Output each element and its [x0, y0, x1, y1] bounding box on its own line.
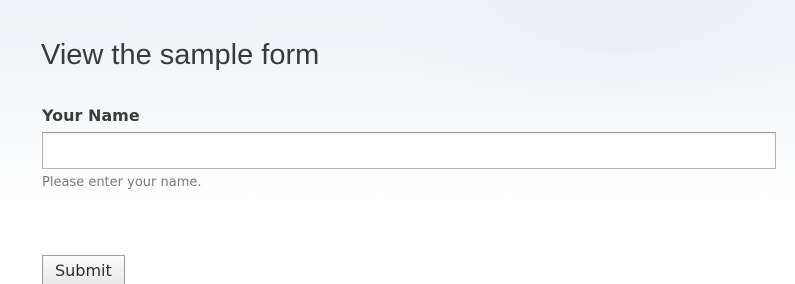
sample-form-page: View the sample form Your Name Please en…	[0, 0, 795, 284]
your-name-help-text: Please enter your name.	[42, 175, 202, 190]
your-name-label: Your Name	[42, 106, 140, 125]
form-title: View the sample form	[41, 39, 320, 71]
your-name-input[interactable]	[42, 132, 776, 169]
submit-button[interactable]: Submit	[42, 255, 125, 284]
